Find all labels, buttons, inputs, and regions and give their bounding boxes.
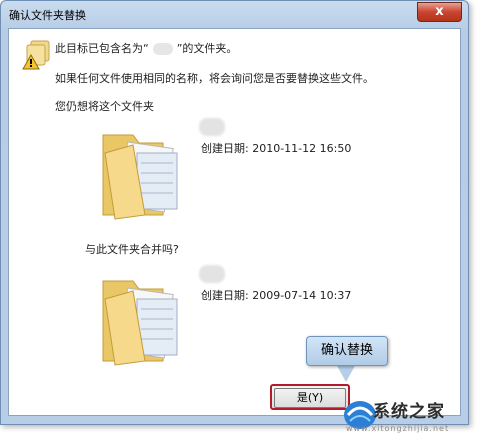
target-folder-icon[interactable] (93, 269, 189, 369)
close-icon: x (435, 4, 444, 19)
message-line-1-pre: 此目标已包含名为“ (55, 42, 149, 55)
message-line-3: 您仍想将这个文件夹 (55, 100, 154, 113)
watermark-url: www.xitongzhijia.net (346, 424, 450, 433)
window-title: 确认文件夹替换 (9, 9, 86, 22)
dialog-content: 此目标已包含名为“ ”的文件夹。 如果任何文件使用相同的名称，将会询问您是否要替换… (8, 28, 461, 416)
redacted-source-name (199, 118, 225, 136)
watermark-text: 系统之家 (373, 402, 445, 422)
source-folder-icon[interactable] (93, 123, 189, 223)
title-bar[interactable]: 确认文件夹替换 x (1, 1, 468, 27)
callout-bubble: 确认替换 (306, 336, 388, 366)
source-folder-date: 创建日期: 2010-11-12 16:50 (201, 142, 352, 155)
redacted-folder-name (152, 43, 173, 55)
target-folder-date: 创建日期: 2009-07-14 10:37 (201, 289, 352, 302)
close-button[interactable]: x (417, 2, 462, 22)
redacted-target-name (199, 265, 225, 283)
merge-question: 与此文件夹合并吗? (85, 243, 179, 256)
message-line-1-post: ”的文件夹。 (176, 42, 238, 55)
message-line-1: 此目标已包含名为“ ”的文件夹。 (55, 40, 237, 56)
yes-button-label: 是(Y) (274, 388, 346, 408)
message-line-2: 如果任何文件使用相同的名称，将会询问您是否要替换这些文件。 (55, 72, 374, 85)
callout-pointer (336, 364, 356, 382)
yes-button[interactable]: 是(Y) (270, 384, 350, 410)
dialog-window: 确认文件夹替换 x 此目标已包含名为“ ”的文件夹。 如果任何文件使用相同的名称，… (0, 0, 469, 425)
folder-warning-icon (22, 40, 50, 70)
